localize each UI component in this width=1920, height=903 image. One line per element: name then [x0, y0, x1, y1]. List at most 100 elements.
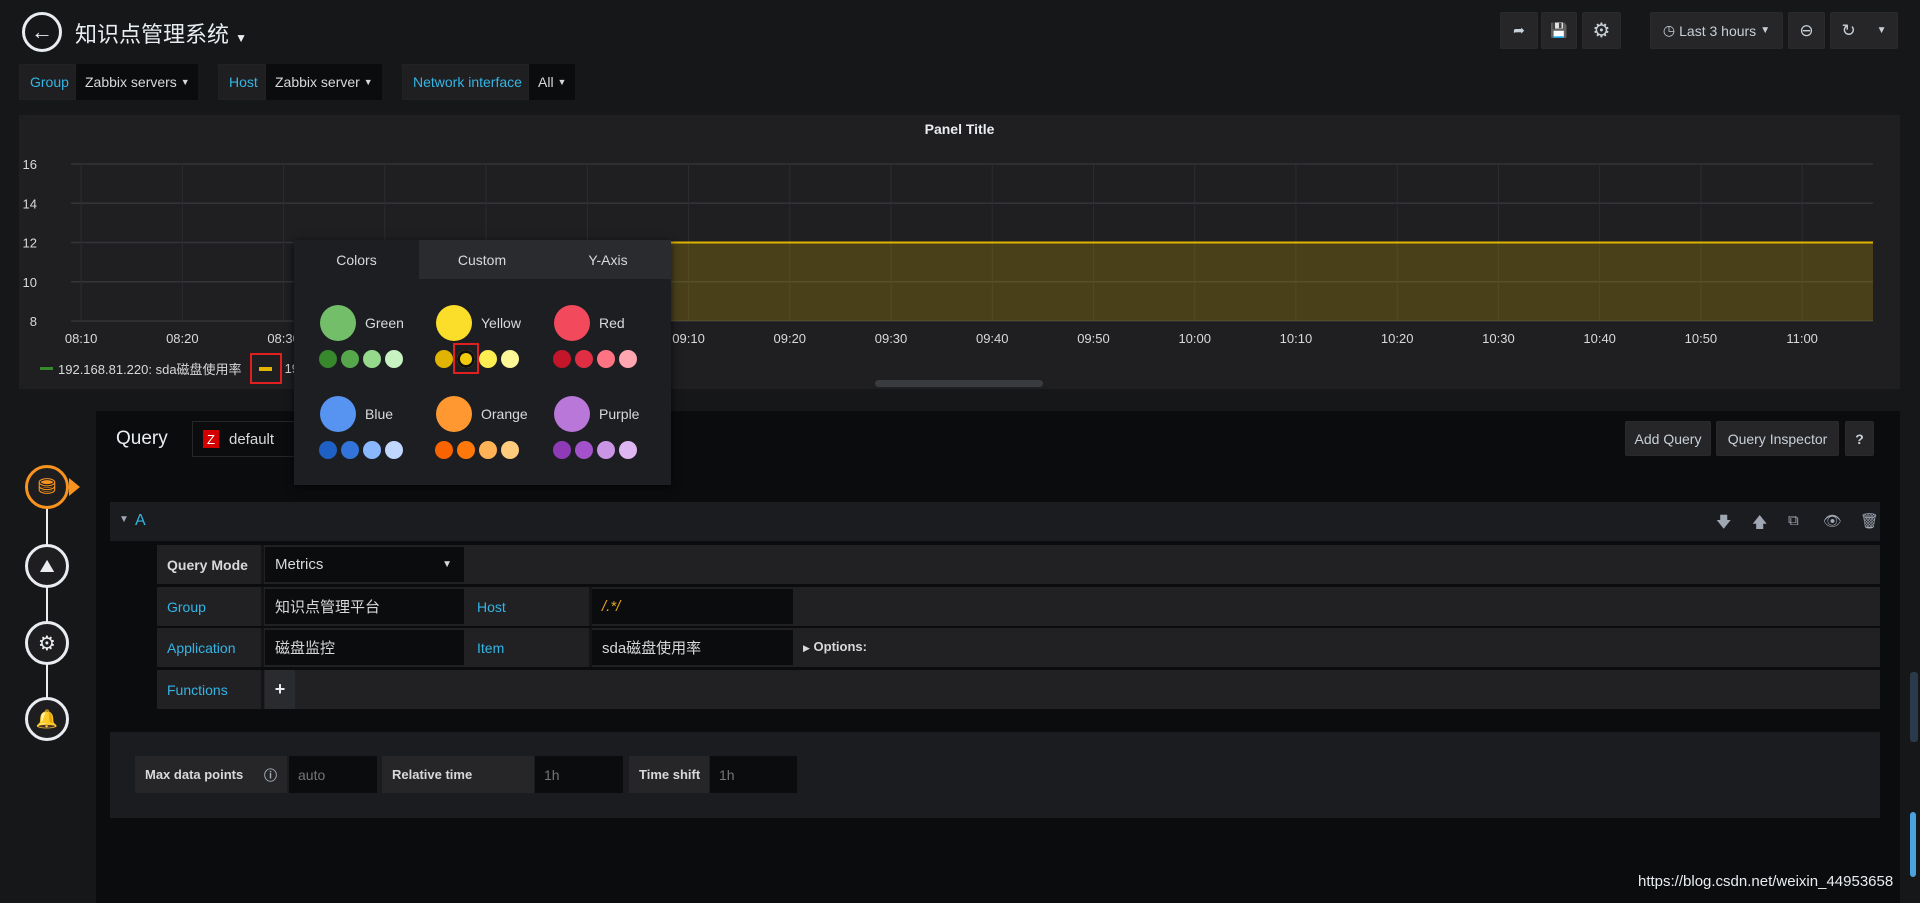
item-input[interactable]: sda磁盘使用率 — [592, 630, 793, 665]
max-data-points-input[interactable] — [289, 756, 377, 793]
active-pointer-icon — [69, 478, 80, 496]
query-mode-select[interactable]: Metrics ▼ — [265, 547, 464, 582]
color-shade-swatch[interactable] — [363, 350, 381, 368]
color-shade-swatch[interactable] — [619, 441, 637, 459]
eye-icon[interactable]: 👁 — [1823, 512, 1842, 530]
item-label: Item — [467, 628, 592, 667]
host-input[interactable]: /.*/ — [592, 589, 793, 624]
bell-icon: 🔔 — [35, 708, 59, 729]
color-shade-swatch[interactable] — [363, 441, 381, 459]
slider-track[interactable] — [1910, 812, 1916, 877]
query-mode-label: Query Mode — [157, 545, 264, 584]
dashboard-title-text: 知识点管理系统 — [75, 22, 230, 47]
color-shade-swatch[interactable] — [501, 441, 519, 459]
variable-host-select[interactable]: Zabbix server ▼ — [266, 64, 382, 100]
color-shade-swatch[interactable] — [619, 350, 637, 368]
dashboard-title[interactable]: 知识点管理系统 ▼ — [75, 17, 247, 49]
tab-custom[interactable]: Custom — [419, 240, 545, 279]
color-shade-swatch[interactable] — [457, 350, 475, 368]
caret-down-icon: ▼ — [180, 77, 190, 87]
info-icon[interactable]: ⓘ — [264, 765, 277, 784]
color-shade-swatch[interactable] — [341, 441, 359, 459]
tab-y-axis[interactable]: Y-Axis — [545, 240, 671, 279]
zoom-out-button[interactable]: ⊖ — [1788, 12, 1825, 49]
color-shade-swatch[interactable] — [501, 350, 519, 368]
color-swatch-red[interactable] — [554, 305, 590, 341]
color-shade-swatch[interactable] — [479, 441, 497, 459]
settings-button[interactable]: ⚙ — [1582, 12, 1621, 49]
query-mode-value: Metrics — [275, 556, 324, 573]
duplicate-icon[interactable]: ⧉ — [1788, 512, 1799, 529]
x-tick-label: 10:10 — [1280, 331, 1313, 346]
back-button[interactable]: ← — [22, 12, 62, 52]
page-scrollbar-thumb[interactable] — [1910, 672, 1918, 742]
nav-alert[interactable]: 🔔 — [25, 697, 69, 741]
relative-time-input[interactable] — [535, 756, 623, 793]
y-tick-label: 8 — [30, 314, 37, 329]
variable-network-select[interactable]: All ▼ — [529, 64, 575, 100]
legend: 192.168.81.220: sda磁盘使用率 19 — [40, 353, 299, 384]
color-swatch-green[interactable] — [320, 305, 356, 341]
color-shade-swatch[interactable] — [385, 441, 403, 459]
share-button[interactable]: ➦ — [1500, 12, 1538, 49]
nav-visualization[interactable]: ⛰ — [25, 544, 69, 588]
host-label: Host — [467, 587, 592, 626]
color-shade-swatch[interactable] — [479, 350, 497, 368]
add-function-button[interactable]: + — [265, 670, 295, 709]
application-input[interactable]: 磁盘监控 — [265, 630, 464, 665]
caret-down-icon: ▼ — [557, 77, 567, 87]
color-group-label: Orange — [481, 406, 528, 422]
options-toggle[interactable]: ▶ Options: — [803, 639, 867, 654]
add-query-button[interactable]: Add Query — [1625, 421, 1711, 456]
color-shade-swatch[interactable] — [319, 441, 337, 459]
color-shade-swatch[interactable] — [319, 350, 337, 368]
color-swatch-orange[interactable] — [436, 396, 472, 432]
color-shade-swatch[interactable] — [341, 350, 359, 368]
color-shade-swatch[interactable] — [435, 350, 453, 368]
color-swatch-yellow[interactable] — [436, 305, 472, 341]
x-tick-label: 08:10 — [65, 331, 98, 346]
color-shade-swatch[interactable] — [553, 350, 571, 368]
time-picker[interactable]: ◷ Last 3 hours ▼ — [1650, 12, 1783, 49]
color-shade-swatch[interactable] — [575, 441, 593, 459]
query-inspector-button[interactable]: Query Inspector — [1716, 421, 1839, 456]
color-swatch-blue[interactable] — [320, 396, 356, 432]
x-tick-label: 08:20 — [166, 331, 199, 346]
nav-queries[interactable]: ⛃ — [25, 465, 69, 509]
query-row-header[interactable]: ▼ A 🡇 🡅 ⧉ 👁 🗑 — [110, 502, 1880, 541]
panel-resize-handle[interactable] — [875, 380, 1043, 387]
legend-swatch-green[interactable] — [40, 367, 53, 370]
nav-general[interactable]: ⚙ — [25, 621, 69, 665]
query-heading: Query — [116, 428, 168, 449]
refresh-button[interactable]: ↻ ▼ — [1830, 12, 1898, 49]
move-down-icon[interactable]: 🡇 — [1716, 512, 1731, 537]
legend-item-label[interactable]: 192.168.81.220: sda磁盘使用率 — [58, 359, 242, 378]
save-button[interactable]: 💾 — [1541, 12, 1577, 49]
color-shade-swatch[interactable] — [553, 441, 571, 459]
color-shade-swatch[interactable] — [597, 441, 615, 459]
share-icon: ➦ — [1513, 22, 1525, 38]
variable-group-select[interactable]: Zabbix servers ▼ — [76, 64, 198, 100]
tab-colors[interactable]: Colors — [294, 240, 419, 279]
move-up-icon[interactable]: 🡅 — [1752, 512, 1767, 537]
trash-icon[interactable]: 🗑 — [1860, 512, 1879, 530]
legend-swatch-yellow[interactable] — [249, 353, 282, 384]
color-swatch-purple[interactable] — [554, 396, 590, 432]
datasource-picker[interactable]: Z default — [192, 421, 302, 457]
variable-host-label: Host — [218, 64, 266, 100]
group-input[interactable]: 知识点管理平台 — [265, 589, 464, 624]
color-shade-swatch[interactable] — [385, 350, 403, 368]
help-button[interactable]: ? — [1845, 421, 1874, 456]
color-group-label: Red — [599, 315, 625, 331]
color-shade-swatch[interactable] — [575, 350, 593, 368]
color-shade-swatch[interactable] — [457, 441, 475, 459]
color-shade-swatch[interactable] — [435, 441, 453, 459]
collapse-caret-icon[interactable]: ▼ — [119, 514, 129, 525]
caret-down-icon: ▼ — [363, 77, 373, 87]
color-group-label: Purple — [599, 406, 640, 422]
gear-wrench-icon: ⚙ — [38, 632, 56, 655]
color-shade-swatch[interactable] — [597, 350, 615, 368]
time-shift-input[interactable] — [710, 756, 797, 793]
x-tick-label: 09:10 — [672, 331, 705, 346]
refresh-icon: ↻ — [1841, 20, 1856, 40]
